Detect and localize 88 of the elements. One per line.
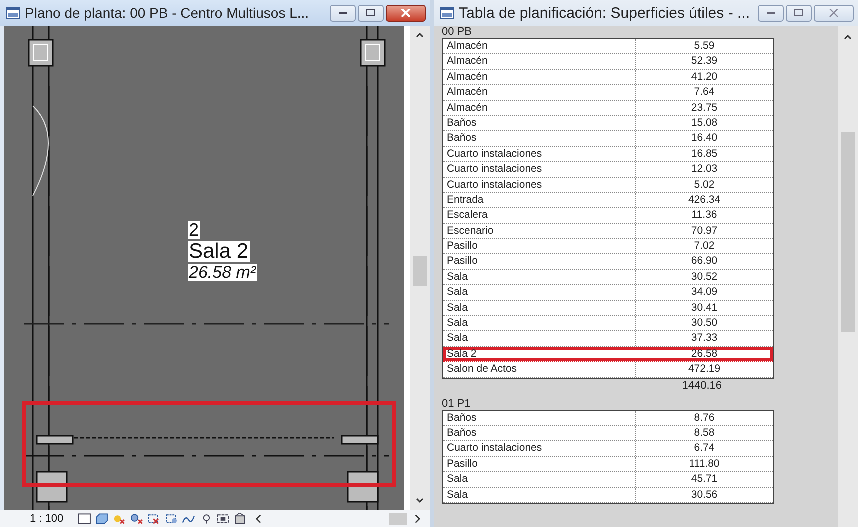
table-cell-text: 8.58 xyxy=(693,426,716,440)
table-cell: Sala xyxy=(443,300,636,316)
crop-icon[interactable] xyxy=(147,512,161,524)
vertical-scrollbar[interactable] xyxy=(410,26,430,510)
table-cell-text: 12.03 xyxy=(690,162,719,177)
table-cell-text: 52.39 xyxy=(690,54,719,69)
table-cell-text: 16.85 xyxy=(690,146,719,162)
table-cell-text: 7.64 xyxy=(693,85,716,100)
table-cell-text: 11.36 xyxy=(690,208,718,223)
close-button[interactable] xyxy=(386,4,426,22)
table-cell-text: Sala 2 xyxy=(446,346,478,362)
table-cell: Pasillo xyxy=(443,456,636,472)
maximize-button[interactable] xyxy=(358,4,384,22)
table-cell-text: 30.52 xyxy=(690,270,719,284)
table-cell: Sala xyxy=(443,488,636,502)
group-header: 01 P1 xyxy=(442,398,471,410)
table-cell-text: 23.75 xyxy=(690,100,719,115)
table-cell: Baños xyxy=(443,116,636,130)
table-cell-text: 5.02 xyxy=(693,178,716,192)
table-cell-text: 16.40 xyxy=(690,131,719,146)
window-title: Tabla de planificación: Superficies útiles - ... xyxy=(459,4,751,22)
document-icon xyxy=(6,7,20,19)
crop-region-icon[interactable] xyxy=(164,512,178,524)
table-cell: Pasillo xyxy=(443,239,636,254)
table-cell-text: 8.76 xyxy=(693,410,716,425)
table-cell-text: 26.58 xyxy=(690,346,719,362)
maximize-icon xyxy=(794,9,804,17)
table-cell-text: 7.02 xyxy=(693,239,716,254)
table-cell: Salon de Actos xyxy=(443,362,636,377)
group-header: 00 PB xyxy=(442,26,472,38)
table-cell-text: 37.33 xyxy=(690,331,719,346)
table-cell-text: 15.08 xyxy=(690,116,719,130)
table-cell: Sala xyxy=(443,316,636,330)
table-cell-text: 30.56 xyxy=(690,488,719,502)
table-cell: Almacén xyxy=(443,54,636,69)
close-icon xyxy=(401,9,411,17)
table-cell-text: 30.50 xyxy=(690,316,719,330)
document-icon xyxy=(440,7,454,19)
table-cell: Cuarto instalaciones xyxy=(443,162,636,177)
table-cell-text: 472.19 xyxy=(687,362,722,377)
table-cell-text: 34.09 xyxy=(690,285,719,300)
table-cell-text: 45.71 xyxy=(690,472,719,487)
room-area: 26.58 m² xyxy=(188,264,258,281)
table-cell: Sala xyxy=(443,472,636,487)
shadow-icon[interactable] xyxy=(130,512,144,524)
table-cell-text: 6.74 xyxy=(693,441,716,456)
table-cell: Escenario xyxy=(443,224,636,238)
sun-icon[interactable] xyxy=(112,512,126,524)
close-icon xyxy=(829,9,839,17)
table-cell: Cuarto instalaciones xyxy=(443,178,636,192)
table-cell-text: 41.20 xyxy=(690,70,719,84)
table-cell: Pasillo xyxy=(443,254,636,269)
floor-plan[interactable]: 2 Sala 2 26.58 m² xyxy=(4,26,404,510)
table-cell-text: 426.34 xyxy=(687,192,722,208)
window-title: Plano de planta: 00 PB - Centro Multiusos L... xyxy=(25,5,310,21)
cube-icon[interactable] xyxy=(95,512,108,524)
group-total: 1440.16 xyxy=(682,380,722,392)
table-cell: Almacén xyxy=(443,39,636,54)
table-cell: Sala xyxy=(443,331,636,346)
room-name: Sala 2 xyxy=(188,241,250,262)
table-cell: Baños xyxy=(443,410,636,425)
table-cell-text: 70.97 xyxy=(690,224,719,238)
table-cell: Sala xyxy=(443,270,636,284)
square-icon[interactable] xyxy=(78,512,92,524)
table-cell: Baños xyxy=(443,131,636,146)
table-cell: Sala xyxy=(443,285,636,300)
table-cell: Cuarto instalaciones xyxy=(443,441,636,456)
horizontal-scroll-thumb[interactable] xyxy=(389,512,407,524)
table-cell: Cuarto instalaciones xyxy=(443,146,636,162)
view-scale[interactable]: 1 : 100 xyxy=(30,512,64,524)
table-cell: Almacén xyxy=(443,100,636,115)
table-cell: Escalera xyxy=(443,208,636,223)
temporary-view-icon[interactable] xyxy=(217,512,230,524)
table-cell: Almacén xyxy=(443,70,636,84)
building-icon[interactable] xyxy=(234,512,248,524)
table-cell: Almacén xyxy=(443,85,636,100)
table-cell-text: 5.59 xyxy=(693,39,716,54)
table-cell: Entrada xyxy=(443,192,636,208)
maximize-icon xyxy=(366,9,376,17)
vertical-scrollbar[interactable] xyxy=(838,26,858,527)
minimize-button[interactable] xyxy=(330,4,356,22)
scroll-thumb[interactable] xyxy=(841,132,855,332)
table-cell-text: 30.41 xyxy=(690,300,719,316)
room-number: 2 xyxy=(188,221,200,239)
table-cell-text: 66.90 xyxy=(690,254,719,269)
table-cell: Baños xyxy=(443,426,636,440)
table-cell-text: 111.80 xyxy=(688,456,721,472)
scroll-thumb[interactable] xyxy=(413,256,427,286)
